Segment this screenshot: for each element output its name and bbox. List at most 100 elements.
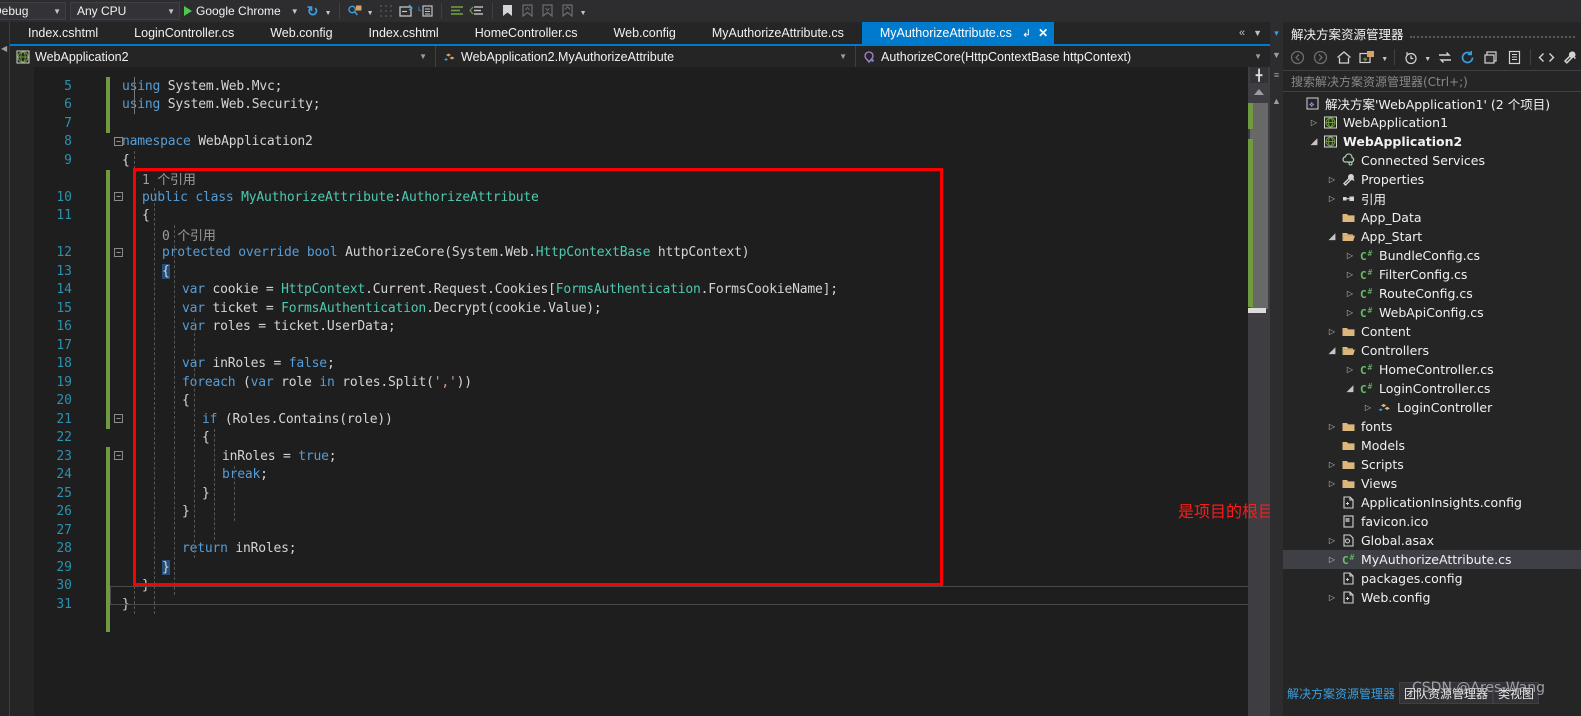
tree-item-models[interactable]: Models <box>1283 436 1581 455</box>
tree-item-app-data[interactable]: App_Data <box>1283 208 1581 227</box>
document-tab-3[interactable]: Index.cshtml <box>350 22 457 44</box>
tree-item-logincontroller-cs[interactable]: ◢ C # LoginController.cs <box>1283 379 1581 398</box>
editor-vertical-scrollbar[interactable]: ╋ <box>1248 67 1270 716</box>
find-icon[interactable] <box>345 2 365 20</box>
toolbox-expand-icon[interactable]: ◀ <box>1 44 7 53</box>
scroll-up-arrow-icon[interactable] <box>1254 89 1264 95</box>
expand-arrow-icon[interactable]: ▷ <box>1343 308 1357 317</box>
document-tab-7[interactable]: MyAuthorizeAttribute.cs ↲ ✕ <box>861 22 1055 44</box>
expand-arrow-icon[interactable]: ▷ <box>1325 460 1339 469</box>
collapse-arrow-icon[interactable]: ◢ <box>1343 384 1357 394</box>
configuration-dropdown[interactable]: Debug ▼ <box>0 2 66 20</box>
tree-item-webapplication2[interactable]: ◢ WebApplication2 <box>1283 132 1581 151</box>
history-icon[interactable] <box>1400 46 1421 68</box>
expand-arrow-icon[interactable]: ▷ <box>1325 422 1339 431</box>
tree-item-global-asax[interactable]: ▷ Global.asax <box>1283 531 1581 550</box>
tree-item-bundleconfig-cs[interactable]: ▷ C # BundleConfig.cs <box>1283 246 1581 265</box>
clear-bookmarks-icon[interactable] <box>558 2 578 20</box>
tree-item-webapiconfig-cs[interactable]: ▷ C # WebApiConfig.cs <box>1283 303 1581 322</box>
expand-arrow-icon[interactable]: ▷ <box>1325 555 1339 564</box>
forward-icon[interactable] <box>1310 46 1331 68</box>
document-tab-5[interactable]: Web.config <box>595 22 694 44</box>
navigate-forward-icon[interactable]: L <box>416 2 436 20</box>
previous-bookmark-icon[interactable] <box>518 2 538 20</box>
tree-item-app-start[interactable]: ◢ App_Start <box>1283 227 1581 246</box>
tree-item-connected-services[interactable]: Connected Services <box>1283 151 1581 170</box>
project-dropdown[interactable]: WebApplication2 ▼ <box>10 46 435 67</box>
expand-arrow-icon[interactable]: ▷ <box>1343 365 1357 374</box>
document-tab-4[interactable]: HomeController.cs <box>456 22 596 44</box>
refresh-dropdown-icon[interactable]: ▼ <box>323 2 334 20</box>
expand-arrow-icon[interactable]: ▷ <box>1343 289 1357 298</box>
refresh-icon[interactable]: ↻ <box>303 2 323 20</box>
document-tab-2[interactable]: Web.config <box>252 22 351 44</box>
expand-arrow-icon[interactable]: ▷ <box>1325 593 1339 602</box>
tree-item-views[interactable]: ▷ Views <box>1283 474 1581 493</box>
outlining-collapse-toggle[interactable]: − <box>114 136 123 146</box>
expand-arrow-icon[interactable]: ▷ <box>1325 175 1339 184</box>
document-tab-1[interactable]: LoginController.cs <box>116 22 253 44</box>
panel-tab-0[interactable]: 解决方案资源管理器 <box>1283 682 1399 704</box>
solution-explorer-search-box[interactable]: 搜索解决方案资源管理器(Ctrl+;) <box>1283 70 1581 92</box>
type-dropdown[interactable]: WebApplication2.MyAuthorizeAttribute ▼ <box>435 46 855 67</box>
scroll-tabs-left-icon[interactable]: « <box>1239 27 1245 39</box>
expand-arrow-icon[interactable]: ▷ <box>1325 536 1339 545</box>
next-bookmark-icon[interactable] <box>538 2 558 20</box>
start-debug-button[interactable]: Google Chrome ▼ <box>180 4 303 18</box>
solution-explorer-tree[interactable]: ❖ 解决方案'WebApplication1' (2 个项目) ▷ WebApplic… <box>1283 94 1581 664</box>
uncomment-icon[interactable] <box>467 2 487 20</box>
expand-arrow-icon[interactable]: ▷ <box>1325 194 1339 203</box>
toolbar-overflow-icon[interactable]: ▼ <box>578 2 589 20</box>
collapse-arrow-icon[interactable]: ◢ <box>1307 137 1321 147</box>
pending-changes-icon[interactable] <box>1357 46 1378 68</box>
pin-icon[interactable]: ↲ <box>1022 27 1031 40</box>
navigate-backward-icon[interactable] <box>396 2 416 20</box>
collapse-arrow-icon[interactable]: ◢ <box>1325 232 1339 242</box>
tree-item-web-config[interactable]: ▷ Web.config <box>1283 588 1581 607</box>
collapse-arrow-icon[interactable]: ◢ <box>1325 346 1339 356</box>
tree-item-[interactable]: ▷ 引用 <box>1283 189 1581 208</box>
member-dropdown[interactable]: AuthorizeCore(HttpContextBase httpContex… <box>855 46 1270 67</box>
expand-arrow-icon[interactable]: ▷ <box>1343 270 1357 279</box>
tree-item-filterconfig-cs[interactable]: ▷ C # FilterConfig.cs <box>1283 265 1581 284</box>
split-view-icon[interactable]: ╋ <box>1250 67 1268 83</box>
outlining-collapse-toggle[interactable]: − <box>114 414 123 423</box>
filter-icon[interactable]: ▾ <box>1271 26 1282 40</box>
collapse-all-icon[interactable] <box>1481 46 1502 68</box>
tree-item-content[interactable]: ▷ Content <box>1283 322 1581 341</box>
outlining-collapse-toggle[interactable]: − <box>114 247 123 257</box>
tree-item-webapplication1-2[interactable]: ❖ 解决方案'WebApplication1' (2 个项目) <box>1283 94 1581 113</box>
expand-arrow-icon[interactable]: ▷ <box>1325 479 1339 488</box>
code-editor[interactable]: 5 using System.Web.Mvc; 6 using System.Web.… <box>10 67 1268 716</box>
home-icon[interactable] <box>1334 46 1355 68</box>
platform-dropdown[interactable]: Any CPU ▼ <box>70 2 180 20</box>
sync-icon[interactable] <box>1434 46 1455 68</box>
tree-item-packages-config[interactable]: packages.config <box>1283 569 1581 588</box>
chevron-down-icon[interactable]: ▼ <box>1271 48 1282 62</box>
chevron-up-icon[interactable]: ▲ <box>1271 94 1282 108</box>
tree-item-routeconfig-cs[interactable]: ▷ C # RouteConfig.cs <box>1283 284 1581 303</box>
tree-item-homecontroller-cs[interactable]: ▷ C # HomeController.cs <box>1283 360 1581 379</box>
tab-list-dropdown-icon[interactable]: ▼ <box>1253 28 1262 38</box>
properties-icon[interactable] <box>1560 46 1581 68</box>
bookmark-icon[interactable] <box>498 2 518 20</box>
find-dropdown-icon[interactable]: ▼ <box>365 2 376 20</box>
refresh-icon[interactable] <box>1457 46 1478 68</box>
outlining-collapse-toggle[interactable]: − <box>114 192 123 201</box>
chevron-down-icon[interactable]: ▼ <box>1423 46 1432 68</box>
document-tab-0[interactable]: Index.cshtml <box>10 22 117 44</box>
list-icon[interactable]: ≡ <box>1271 68 1282 82</box>
close-icon[interactable]: ✕ <box>1038 26 1048 40</box>
show-all-files-icon[interactable] <box>1504 46 1525 68</box>
chevron-down-icon[interactable]: ▼ <box>1380 46 1389 68</box>
expand-arrow-icon[interactable]: ▷ <box>1343 251 1357 260</box>
tree-item-controllers[interactable]: ◢ Controllers <box>1283 341 1581 360</box>
comment-icon[interactable] <box>447 2 467 20</box>
code-view-icon[interactable] <box>1536 46 1557 68</box>
tree-item-scripts[interactable]: ▷ Scripts <box>1283 455 1581 474</box>
tree-item-applicationinsights-config[interactable]: ApplicationInsights.config <box>1283 493 1581 512</box>
tree-item-webapplication1[interactable]: ▷ WebApplication1 <box>1283 113 1581 132</box>
document-tab-6[interactable]: MyAuthorizeAttribute.cs <box>693 22 862 44</box>
tree-item-fonts[interactable]: ▷ fonts <box>1283 417 1581 436</box>
expand-arrow-icon[interactable]: ▷ <box>1325 327 1339 336</box>
